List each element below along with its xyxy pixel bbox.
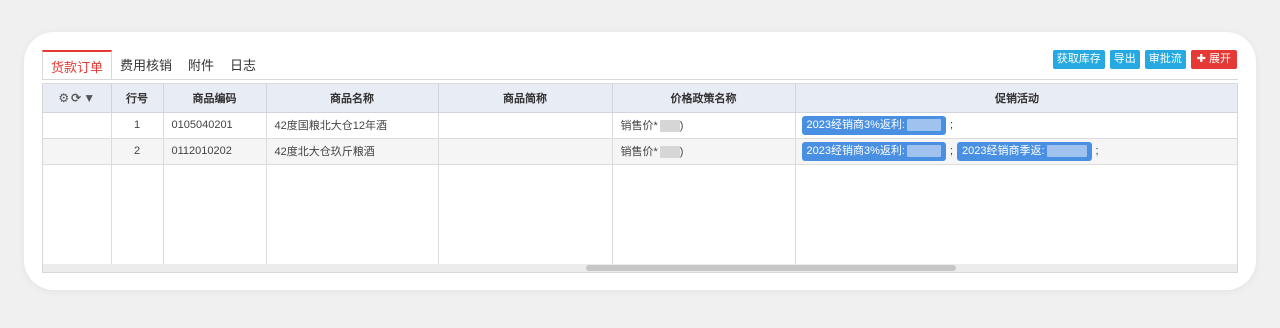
promotion-chip-label: 2023经销商季返:: [962, 144, 1045, 157]
col-header-product-name[interactable]: 商品名称: [266, 84, 439, 113]
product-grid: ⚙ ⟳ ▼ 行号 商品编码 商品名称 商品简称 价格政策名称 促销活动 1 01…: [42, 83, 1238, 273]
tab-expense-writeoff[interactable]: 费用核销: [112, 50, 180, 80]
promotions-cell: 2023经销商3%返利:; 2023经销商季返:;: [795, 138, 1237, 165]
get-stock-button[interactable]: 获取库存: [1052, 50, 1105, 69]
table-row[interactable]: 2 0112010202 42度北大仓玖斤粮酒 销售价*) 2023经销商3%返…: [43, 138, 1237, 165]
redacted-value: [906, 144, 941, 157]
redacted-value: [1046, 144, 1087, 157]
tab-log[interactable]: 日志: [222, 50, 264, 80]
col-header-promotions[interactable]: 促销活动: [795, 84, 1237, 113]
redacted-value: [659, 120, 680, 133]
approval-flow-button[interactable]: 审批流: [1144, 50, 1186, 69]
expand-label: 展开: [1209, 53, 1231, 65]
product-code-cell: 0105040201: [163, 112, 267, 139]
promotion-separator: ;: [949, 144, 953, 157]
tab-divider: [42, 79, 1238, 80]
product-code-cell: 0112010202: [163, 138, 267, 165]
price-policy-prefix: 销售价*: [620, 146, 658, 158]
promotion-chip-label: 2023经销商3%返利:: [806, 144, 905, 157]
refresh-icon[interactable]: ⟳: [71, 91, 81, 105]
col-header-product-short-name[interactable]: 商品简称: [438, 84, 613, 113]
price-policy-cell: 销售价*): [612, 138, 796, 165]
product-name-cell: 42度国粮北大仓12年酒: [266, 112, 439, 139]
gear-icon[interactable]: ⚙: [58, 91, 69, 105]
action-toolbar: 获取库存 导出 审批流 ✚ 展开: [1052, 50, 1237, 69]
grid-settings-cell: ⚙ ⟳ ▼: [43, 84, 112, 113]
promotion-chip[interactable]: 2023经销商3%返利:: [801, 115, 946, 135]
promotion-separator: ;: [1095, 144, 1099, 157]
price-policy-cell: 销售价*): [612, 112, 796, 139]
order-detail-panel: 货款订单 费用核销 附件 日志 获取库存 导出 审批流 ✚ 展开 ⚙ ⟳ ▼ 行…: [24, 32, 1256, 290]
product-short-name-cell: [438, 138, 613, 165]
product-name-cell: 42度北大仓玖斤粮酒: [266, 138, 439, 165]
col-header-product-code[interactable]: 商品编码: [163, 84, 267, 113]
tab-bar: 货款订单 费用核销 附件 日志: [42, 50, 264, 80]
promotion-separator: ;: [949, 118, 953, 131]
tab-payment-order[interactable]: 货款订单: [42, 50, 113, 80]
price-policy-suffix: ): [679, 146, 684, 158]
table-row[interactable]: 1 0105040201 42度国粮北大仓12年酒 销售价*) 2023经销商3…: [43, 112, 1237, 139]
empty-grid-area: [43, 164, 1237, 264]
promotion-chip-label: 2023经销商3%返利:: [806, 118, 905, 131]
promotions-cell: 2023经销商3%返利:;: [795, 112, 1237, 139]
col-header-price-policy[interactable]: 价格政策名称: [612, 84, 796, 113]
row-select-cell[interactable]: [43, 138, 112, 165]
tab-attachments[interactable]: 附件: [180, 50, 222, 80]
product-table: ⚙ ⟳ ▼ 行号 商品编码 商品名称 商品简称 价格政策名称 促销活动 1 01…: [43, 84, 1237, 264]
plus-icon: ✚: [1196, 53, 1206, 65]
expand-button[interactable]: ✚ 展开: [1190, 50, 1237, 69]
row-select-cell[interactable]: [43, 112, 112, 139]
export-button[interactable]: 导出: [1109, 50, 1140, 69]
line-no-cell: 1: [111, 112, 164, 139]
redacted-value: [906, 118, 941, 131]
product-short-name-cell: [438, 112, 613, 139]
redacted-value: [659, 146, 680, 159]
line-no-cell: 2: [111, 138, 164, 165]
promotion-chip[interactable]: 2023经销商季返:: [957, 141, 1092, 161]
price-policy-suffix: ): [679, 120, 684, 132]
table-header-row: ⚙ ⟳ ▼ 行号 商品编码 商品名称 商品简称 价格政策名称 促销活动: [43, 84, 1237, 113]
horizontal-scrollbar[interactable]: [43, 264, 1237, 272]
scrollbar-thumb[interactable]: [586, 265, 956, 271]
filter-icon[interactable]: ▼: [83, 91, 95, 105]
price-policy-prefix: 销售价*: [620, 120, 658, 132]
col-header-line-no[interactable]: 行号: [111, 84, 164, 113]
promotion-chip[interactable]: 2023经销商3%返利:: [801, 141, 946, 161]
